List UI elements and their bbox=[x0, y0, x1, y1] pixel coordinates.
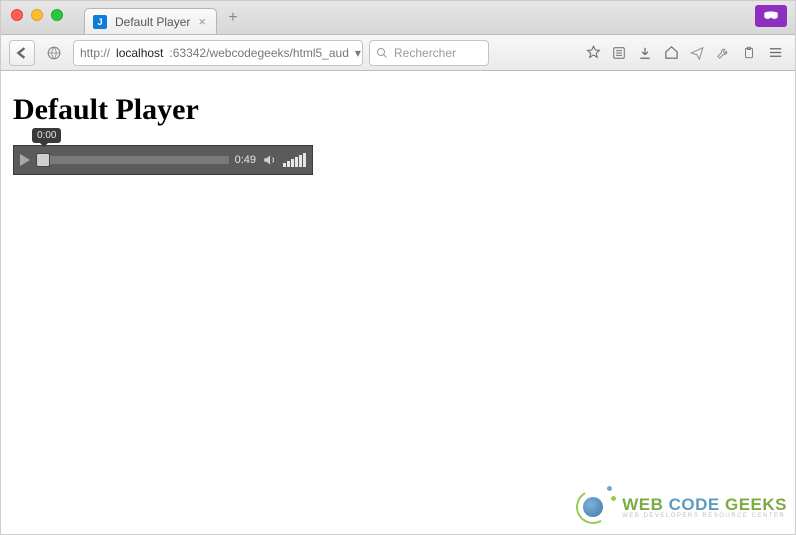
extension-badge[interactable] bbox=[755, 5, 787, 27]
bookmark-star-button[interactable] bbox=[581, 40, 605, 66]
downloads-button[interactable] bbox=[633, 40, 657, 66]
window-close-button[interactable] bbox=[11, 9, 23, 21]
audio-mute-button[interactable] bbox=[262, 153, 277, 167]
mask-icon bbox=[763, 11, 779, 21]
watermark-word1: WEB bbox=[622, 495, 668, 514]
page-content: Default Player 0:00 0:49 bbox=[1, 71, 795, 197]
tab-title: Default Player bbox=[115, 15, 190, 29]
browser-tab[interactable]: J Default Player × bbox=[84, 8, 217, 34]
hamburger-menu-button[interactable] bbox=[763, 40, 787, 66]
watermark-word2: CODE bbox=[669, 495, 725, 514]
star-icon bbox=[586, 45, 601, 60]
clipboard-icon bbox=[742, 46, 756, 60]
window-titlebar: J Default Player × + bbox=[1, 1, 795, 35]
url-bar[interactable]: http:// localhost :63342/webcodegeeks/html… bbox=[73, 40, 363, 66]
audio-duration: 0:49 bbox=[235, 154, 256, 166]
reader-view-button[interactable] bbox=[607, 40, 631, 66]
page-heading: Default Player bbox=[13, 93, 783, 127]
globe-icon bbox=[47, 46, 61, 60]
url-scheme: http:// bbox=[80, 46, 110, 60]
search-placeholder: Rechercher bbox=[394, 46, 456, 60]
browser-toolbar: http:// localhost :63342/webcodegeeks/html… bbox=[1, 35, 795, 71]
audio-play-button[interactable] bbox=[20, 154, 30, 166]
url-host: localhost bbox=[116, 46, 163, 60]
audio-seek-thumb[interactable] bbox=[36, 153, 50, 167]
window-controls bbox=[11, 9, 63, 21]
audio-volume-bars[interactable] bbox=[283, 153, 306, 167]
dropdown-history-icon[interactable]: ▾ bbox=[355, 46, 361, 60]
url-path: :63342/webcodegeeks/html5_aud bbox=[169, 46, 348, 60]
watermark-tagline: WEB DEVELOPERS RESOURCE CENTER bbox=[622, 513, 787, 519]
send-button[interactable] bbox=[685, 40, 709, 66]
watermark-logo: WEB CODE GEEKS WEB DEVELOPERS RESOURCE C… bbox=[572, 486, 787, 528]
search-bar[interactable]: Rechercher bbox=[369, 40, 489, 66]
audio-seek-track[interactable] bbox=[36, 156, 229, 164]
menu-icon bbox=[768, 45, 783, 60]
home-icon bbox=[664, 45, 679, 60]
audio-time-tooltip: 0:00 bbox=[32, 128, 61, 143]
search-icon bbox=[376, 47, 388, 59]
nav-back-button[interactable] bbox=[9, 40, 35, 66]
wrench-icon bbox=[716, 45, 731, 60]
watermark-text: WEB CODE GEEKS WEB DEVELOPERS RESOURCE C… bbox=[622, 496, 787, 519]
dev-tools-button[interactable] bbox=[711, 40, 735, 66]
toolbar-icons bbox=[581, 40, 787, 66]
speaker-icon bbox=[262, 153, 277, 167]
download-icon bbox=[638, 46, 652, 60]
audio-player: 0:00 0:49 bbox=[13, 145, 313, 175]
list-icon bbox=[612, 46, 626, 60]
identity-button[interactable] bbox=[41, 40, 67, 66]
clipboard-button[interactable] bbox=[737, 40, 761, 66]
watermark-mark bbox=[572, 486, 614, 528]
watermark-word3: GEEKS bbox=[725, 495, 787, 514]
home-button[interactable] bbox=[659, 40, 683, 66]
arrow-left-icon bbox=[16, 47, 28, 59]
tab-favicon: J bbox=[93, 15, 107, 29]
window-minimize-button[interactable] bbox=[31, 9, 43, 21]
paper-plane-icon bbox=[690, 46, 704, 60]
tab-close-button[interactable]: × bbox=[198, 14, 206, 29]
window-maximize-button[interactable] bbox=[51, 9, 63, 21]
new-tab-button[interactable]: + bbox=[223, 8, 243, 28]
